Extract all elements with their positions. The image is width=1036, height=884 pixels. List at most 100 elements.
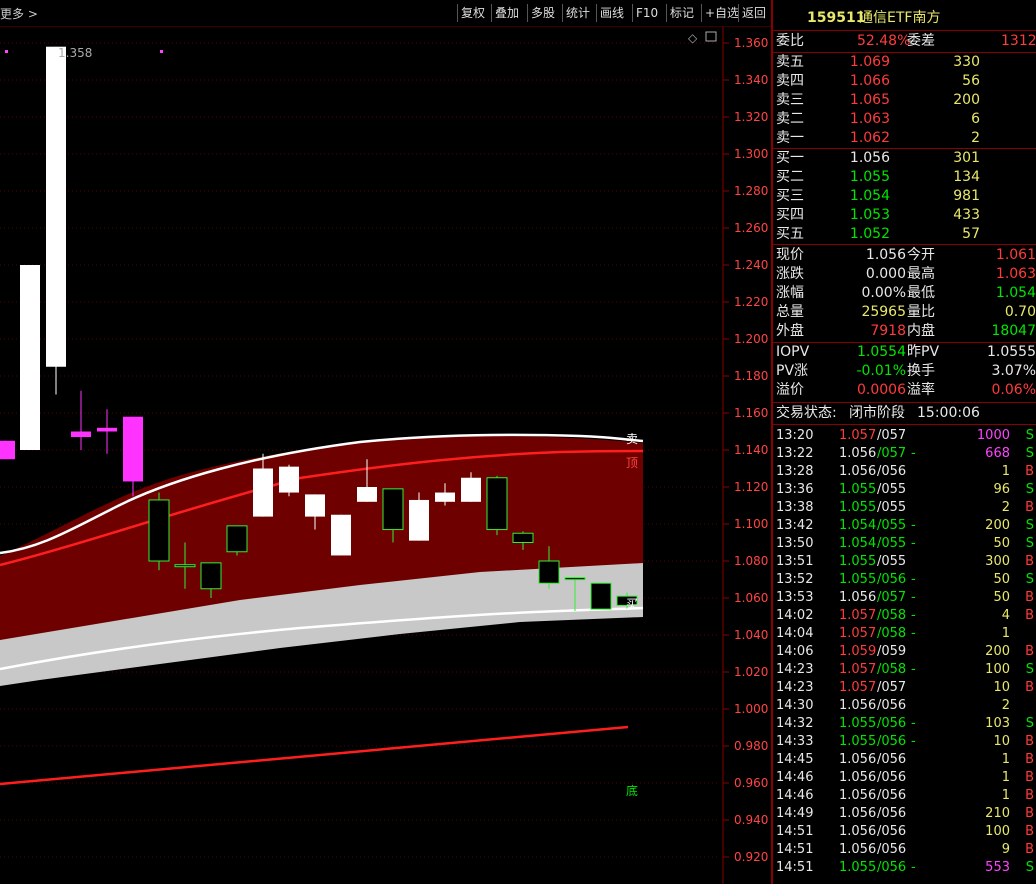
tick-price: 1.057: [839, 662, 877, 677]
iopv-value: 3.07%: [991, 363, 1036, 379]
tick-row: 13:20 1.057/057 1000 S: [773, 427, 1036, 445]
iopv-value: 1.0555: [987, 344, 1036, 360]
tick-volume: 200: [985, 518, 1010, 533]
candle-body: [279, 466, 299, 493]
bid-label: 买五: [776, 226, 804, 242]
tick-volume: 9: [1001, 842, 1010, 857]
tick-flag: -: [911, 518, 916, 533]
tick-row: 13:50 1.054/055- 50 S: [773, 535, 1036, 553]
marker-dot: [160, 50, 163, 53]
price-tick-label: 1.120: [734, 480, 768, 494]
status-value: 闭市阶段: [849, 405, 905, 421]
stat-label: 涨跌: [776, 266, 804, 282]
tick-side: B: [1025, 590, 1034, 605]
signal-top: 顶: [626, 456, 638, 470]
tick-time: 14:23: [776, 680, 814, 695]
tick-price: 1.057: [839, 680, 877, 695]
f10-button[interactable]: F10: [632, 4, 661, 22]
price-tick-label: 1.000: [734, 702, 768, 716]
candle-body: [486, 477, 508, 531]
tick-row: 13:51 1.055/055 300 B: [773, 553, 1036, 571]
tick-flag: -: [911, 626, 916, 641]
mark-button[interactable]: 标记: [666, 4, 697, 22]
candle-body: [148, 499, 170, 562]
draw-line-button[interactable]: 画线: [596, 4, 627, 22]
tick-side: S: [1025, 536, 1034, 551]
price-tick-label: 1.240: [734, 258, 768, 272]
tick-time: 14:04: [776, 626, 814, 641]
tick-volume: 10: [993, 734, 1010, 749]
tick-volume: 50: [993, 536, 1010, 551]
bid-price: 1.052: [849, 226, 890, 242]
price-tick-label: 1.260: [734, 221, 768, 235]
tick-ref: /057: [877, 446, 907, 461]
iopv-row: PV涨 -0.01% 换手 3.07%: [773, 362, 1036, 381]
tick-ref: /057: [877, 680, 907, 695]
tick-row: 14:46 1.056/056 1 B: [773, 769, 1036, 787]
bid-label: 买三: [776, 188, 804, 204]
iopv-label: 换手: [907, 363, 935, 379]
tick-time: 13:36: [776, 482, 814, 497]
candle-body: [20, 265, 40, 450]
tick-side: B: [1025, 770, 1034, 785]
stat-value: 0.70: [1004, 304, 1036, 320]
stat-label: 总量: [776, 304, 804, 320]
tick-side: S: [1025, 428, 1034, 443]
window-icon[interactable]: [705, 31, 717, 42]
tick-side: B: [1025, 464, 1034, 479]
weibi-row: 委比 52.48% 委差 1312: [773, 32, 1036, 51]
iopv-label: 溢率: [907, 382, 935, 398]
tick-row: 14:32 1.055/056- 103 S: [773, 715, 1036, 733]
iopv-label: 溢价: [776, 382, 804, 398]
tick-row: 13:36 1.055/055 96 S: [773, 481, 1036, 499]
tick-side: B: [1025, 554, 1034, 569]
ask-row: 卖一 1.062 2: [773, 129, 1036, 148]
tick-side: S: [1025, 446, 1034, 461]
stat-label: 量比: [907, 304, 935, 320]
candle-body: [382, 488, 404, 531]
bid-row: 买五 1.052 57: [773, 225, 1036, 244]
diamond-icon[interactable]: ◇: [688, 31, 698, 45]
signal-buy: 买: [626, 597, 638, 611]
stat-row: 现价 1.056 今开 1.061: [773, 246, 1036, 265]
bid-row: 买四 1.053 433: [773, 206, 1036, 225]
stat-row: 总量 25965 量比 0.70: [773, 303, 1036, 322]
stat-label: 外盘: [776, 323, 804, 339]
tick-row: 14:04 1.057/058- 1: [773, 625, 1036, 643]
stat-value: 1.063: [995, 266, 1036, 282]
weicha-value: 1312: [1001, 33, 1036, 49]
multi-stock-button[interactable]: 多股: [527, 4, 558, 22]
tick-time: 14:46: [776, 788, 814, 803]
stat-value: 0.000: [865, 266, 906, 282]
tick-time: 14:02: [776, 608, 814, 623]
tick-ref: /055: [877, 518, 907, 533]
stock-code: 159511: [807, 10, 866, 26]
overlay-button[interactable]: 叠加: [491, 4, 522, 22]
more-menu[interactable]: 更多 >: [0, 5, 38, 22]
stat-label: 最高: [907, 266, 935, 282]
ask-label: 卖五: [776, 54, 804, 70]
tick-price: 1.056: [839, 770, 877, 785]
ask-label: 卖三: [776, 92, 804, 108]
fuquan-button[interactable]: 复权: [457, 4, 488, 22]
tick-row: 13:42 1.054/055- 200 S: [773, 517, 1036, 535]
price-tick-label: 1.100: [734, 517, 768, 531]
iopv-label: PV涨: [776, 363, 809, 379]
stat-row: 涨跌 0.000 最高 1.063: [773, 265, 1036, 284]
tick-time: 14:51: [776, 842, 814, 857]
bid-price: 1.054: [849, 188, 890, 204]
kline-chart[interactable]: 1.358 卖 顶 买 底 ◇ 1.360 1.340 1.320 1.300 1.28…: [0, 27, 771, 884]
ask-label: 卖二: [776, 111, 804, 127]
tick-ref: /055: [877, 500, 907, 515]
tick-side: B: [1025, 680, 1034, 695]
tick-time: 14:45: [776, 752, 814, 767]
tick-price: 1.055: [839, 860, 877, 875]
stat-value: 25965: [861, 304, 906, 320]
add-watchlist-button[interactable]: +自选: [701, 4, 742, 22]
weibi-value: 52.48%: [857, 33, 911, 49]
back-button[interactable]: 返回: [738, 4, 769, 22]
tick-time: 14:51: [776, 824, 814, 839]
price-axis: 1.360 1.340 1.320 1.300 1.280 1.260 1.240 1.220…: [723, 36, 768, 864]
stat-value: 7918: [870, 323, 906, 339]
statistics-button[interactable]: 统计: [562, 4, 593, 22]
